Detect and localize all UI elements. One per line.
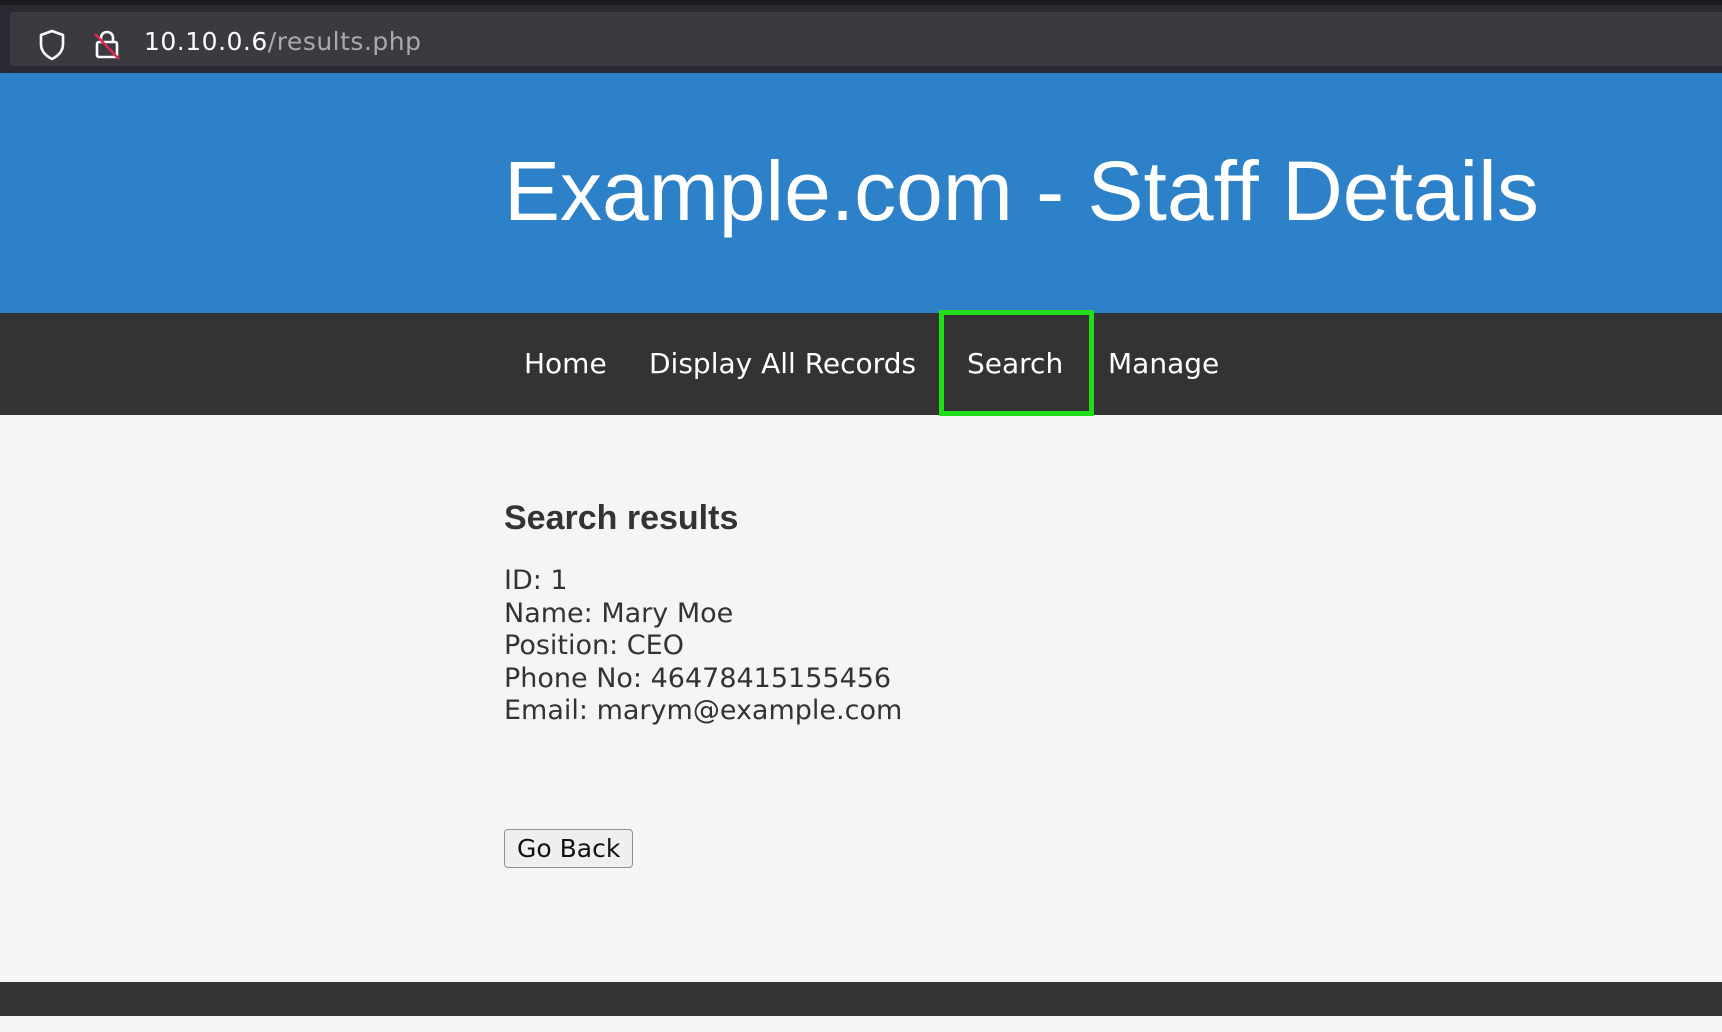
footer-bar bbox=[0, 982, 1722, 1016]
record-id: ID: 1 bbox=[504, 565, 568, 596]
record-name: Name: Mary Moe bbox=[504, 597, 734, 629]
url-text[interactable]: 10.10.0.6/results.php bbox=[144, 27, 422, 56]
record-email: Email: marym@example.com bbox=[504, 695, 903, 726]
shield-icon[interactable] bbox=[36, 28, 68, 62]
record-position: Position: CEO bbox=[504, 630, 684, 661]
results-heading: Search results bbox=[504, 499, 739, 537]
lock-insecure-icon[interactable] bbox=[92, 28, 122, 62]
record-details: ID: 1 Name: Mary Moe Position: CEO Phone… bbox=[504, 565, 902, 728]
nav-bar: Home Display All Records Search Manage bbox=[0, 313, 1722, 415]
nav-item-home[interactable]: Home bbox=[524, 313, 607, 415]
page-title: Example.com - Staff Details bbox=[504, 144, 1539, 238]
search-highlight-box bbox=[939, 310, 1094, 416]
address-bar[interactable]: 10.10.0.6/results.php bbox=[10, 12, 1722, 66]
url-host: 10.10.0.6 bbox=[144, 27, 268, 56]
nav-item-manage[interactable]: Manage bbox=[1108, 313, 1219, 415]
browser-toolbar: 10.10.0.6/results.php bbox=[0, 0, 1722, 73]
site-header: Example.com - Staff Details bbox=[0, 73, 1722, 313]
go-back-button[interactable]: Go Back bbox=[504, 829, 634, 868]
record-phone: Phone No: 46478415155456 bbox=[504, 662, 892, 694]
nav-item-display-all-records[interactable]: Display All Records bbox=[649, 313, 916, 415]
url-path: /results.php bbox=[267, 27, 422, 56]
